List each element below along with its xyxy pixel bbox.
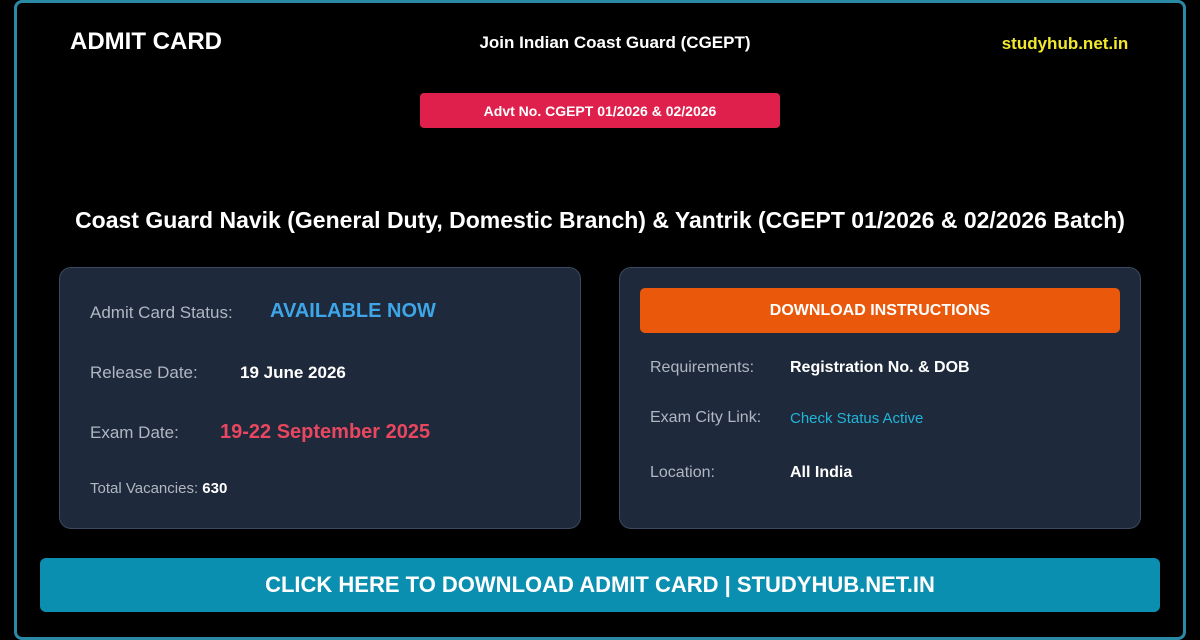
city-link[interactable]: Check Status Active bbox=[790, 410, 923, 427]
page-title: ADMIT CARD bbox=[70, 28, 222, 55]
download-admit-card-button[interactable]: CLICK HERE TO DOWNLOAD ADMIT CARD | STUD… bbox=[40, 558, 1160, 612]
headline: Coast Guard Navik (General Duty, Domesti… bbox=[75, 207, 1125, 233]
requirements-label: Requirements: bbox=[650, 359, 755, 376]
location-value: All India bbox=[790, 464, 853, 481]
vacancies-value: 630 bbox=[202, 480, 228, 497]
location-label: Location: bbox=[650, 464, 715, 481]
requirements-value: Registration No. & DOB bbox=[790, 359, 970, 376]
release-date-value: 19 June 2026 bbox=[240, 363, 346, 382]
status-label: Admit Card Status: bbox=[90, 303, 233, 322]
exam-date-label: Exam Date: bbox=[90, 423, 179, 442]
vacancies-label: Total Vacancies: 630 bbox=[90, 480, 228, 497]
status-card: Admit Card Status: AVAILABLE NOW Release… bbox=[59, 267, 581, 529]
page-subtitle: Join Indian Coast Guard (CGEPT) bbox=[479, 33, 751, 52]
download-instructions-button[interactable]: DOWNLOAD INSTRUCTIONS bbox=[640, 288, 1120, 333]
status-value: AVAILABLE NOW bbox=[270, 300, 436, 322]
instructions-card: DOWNLOAD INSTRUCTIONS Requirements: Regi… bbox=[619, 267, 1141, 529]
advt-badge: Advt No. CGEPT 01/2026 & 02/2026 bbox=[420, 93, 780, 128]
exam-date-value: 19-22 September 2025 bbox=[220, 421, 431, 443]
site-name-link[interactable]: studyhub.net.in bbox=[950, 34, 1180, 54]
release-date-label: Release Date: bbox=[90, 363, 198, 382]
city-link-label: Exam City Link: bbox=[650, 409, 762, 426]
